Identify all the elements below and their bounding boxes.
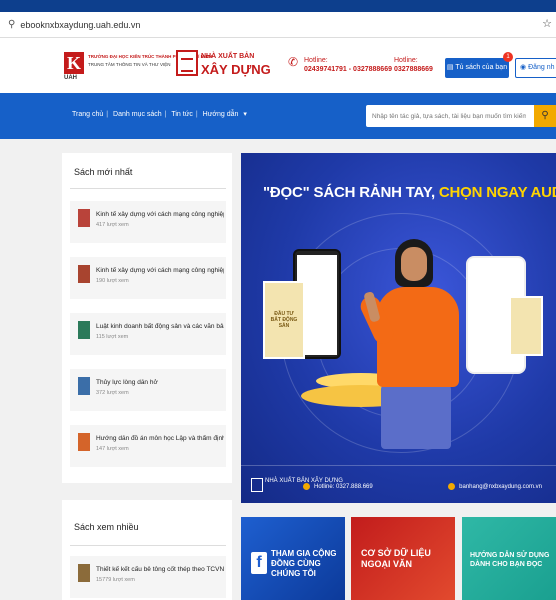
hotline-1-value: 02439741791 - 0327888669 [304, 66, 392, 73]
nav-home[interactable]: Trang chủ [72, 111, 103, 118]
book-item[interactable]: Kinh tế xây dựng với cách mạng công nghi… [70, 257, 226, 299]
book-views: 190 lượt xem [96, 278, 129, 284]
banner-footer-email: banhang@nxbxaydung.com.vn [448, 483, 542, 490]
publisher-logo[interactable]: NHÀ XUẤT BẢN XÂY DỰNG [176, 50, 271, 82]
nav-guide[interactable]: Hướng dẫn [203, 111, 239, 118]
woman-illustration [357, 239, 461, 449]
most-viewed-title: Sách xem nhiều [74, 522, 139, 532]
search-icon: ⚲ [541, 110, 549, 121]
book-item[interactable]: Luật kinh doanh bất động sản và các văn … [70, 313, 226, 355]
bookshelf-label: Tủ sách của bạn [455, 64, 508, 71]
bookmark-star-icon[interactable]: ☆ [542, 17, 552, 30]
publisher-name: XÂY DỰNG [201, 62, 271, 77]
uah-logo[interactable]: K TRƯỜNG ĐẠI HỌC KIẾN TRÚC THÀNH PHỐ HỒ … [64, 52, 212, 82]
divider [70, 188, 226, 189]
chevron-down-icon[interactable]: ▾ [243, 111, 247, 118]
book-views: 15779 lượt xem [96, 577, 135, 583]
book-item[interactable]: Thủy lực lòng dẫn hở 372 lượt xem [70, 369, 226, 411]
publisher-logo-icon [176, 50, 198, 76]
main-nav: Trang chủ | Danh mục sách | Tin tức | Hướng… [0, 93, 556, 139]
site-header: K TRƯỜNG ĐẠI HỌC KIẾN TRÚC THÀNH PHỐ HỒ … [0, 38, 556, 93]
uah-short: UAH [64, 75, 77, 81]
book-title[interactable]: Thiết kế kết cấu bê tông cốt thép theo T… [96, 566, 224, 573]
url-text[interactable]: ebooknxbxaydung.uah.edu.vn [20, 20, 140, 30]
site-settings-icon[interactable]: ⚲ [8, 19, 15, 30]
book-illustration-title: ĐẦU TƯ BẤT ĐỘNG SẢN [270, 311, 298, 329]
book-views: 417 lượt xem [96, 222, 129, 228]
book-title[interactable]: Luật kinh doanh bất động sản và các văn … [96, 323, 224, 330]
uah-logo-mark: K [64, 52, 84, 74]
tile-user-guide-text: HƯỚNG DẪN SỬ DỤNG DÀNH CHO BẠN ĐỌC [470, 552, 550, 568]
nav-separator: | [106, 111, 109, 118]
banner-headline-yellow: CHỌN NGAY AUDIO BOOK [438, 184, 556, 201]
address-bar[interactable]: ⚲ ebooknxbxaydung.uah.edu.vn ☆ [0, 12, 556, 38]
book-views: 147 lượt xem [96, 446, 129, 452]
newest-books-panel: Sách mới nhất Kinh tế xây dựng với cách … [62, 153, 232, 483]
book-cover[interactable] [78, 265, 90, 283]
book-item[interactable]: Kinh tế xây dựng với cách mạng công nghi… [70, 201, 226, 243]
book-title[interactable]: Kinh tế xây dựng với cách mạng công nghi… [96, 211, 224, 218]
login-label: Đăng nh [528, 64, 555, 71]
nav-separator: | [195, 111, 198, 118]
browser-tab-strip [0, 0, 556, 12]
book-cover[interactable] [78, 377, 90, 395]
facebook-icon: f [251, 552, 267, 574]
search-input[interactable] [366, 105, 526, 128]
book-title[interactable]: Hướng dẫn đồ án môn học Lập và thẩm định… [96, 435, 224, 442]
legs [381, 385, 451, 449]
banner-footer-hotline: Hotline: 0327.888.669 [303, 483, 373, 490]
hotline-1: ✆ Hotline: 02439741791 - 0327888669 [288, 56, 392, 74]
search-button[interactable]: ⚲ [534, 105, 556, 127]
book-illustration: ĐẦU TƯ BẤT ĐỘNG SẢN [263, 281, 305, 359]
cart-count-badge: 1 [503, 52, 513, 62]
face [401, 247, 427, 281]
nav-news[interactable]: Tin tức [171, 111, 193, 118]
book-cover[interactable] [78, 321, 90, 339]
hotline-2-label: Hotline: [394, 57, 418, 64]
tile-community[interactable]: f THAM GIA CỘNG ĐỒNG CÙNG CHÚNG TÔI [241, 517, 345, 600]
hand [363, 291, 381, 323]
nav-categories[interactable]: Danh mục sách [113, 111, 162, 118]
hotline-2-value: 0327888669 [394, 66, 433, 73]
book-illustration [509, 296, 543, 356]
book-cover[interactable] [78, 433, 90, 451]
hotline-2: Hotline: 0327888669 [394, 56, 433, 74]
bookshelf-button[interactable]: ▤ Tủ sách của bạn 1 [445, 52, 513, 78]
newest-books-title: Sách mới nhất [74, 167, 133, 177]
book-cover[interactable] [78, 209, 90, 227]
hotline-1-label: Hotline: [304, 57, 328, 64]
search-box: ⚲ [366, 105, 556, 128]
banner-headline: "ĐỌC" SÁCH RẢNH TAY, CHỌN NGAY AUDIO BOO… [263, 184, 556, 201]
tile-community-text: THAM GIA CỘNG ĐỒNG CÙNG CHÚNG TÔI [271, 549, 337, 578]
uah-line2: TRUNG TÂM THÔNG TIN VÀ THƯ VIỆN [88, 62, 171, 67]
most-viewed-panel: Sách xem nhiều Thiết kế kết cấu bê tông … [62, 500, 232, 600]
publisher-top: NHÀ XUẤT BẢN [201, 53, 255, 60]
book-item[interactable]: Thiết kế kết cấu bê tông cốt thép theo T… [70, 556, 226, 598]
book-cover[interactable] [78, 564, 90, 582]
user-icon: ◉ [520, 64, 529, 71]
login-button[interactable]: ◉ Đăng nh [515, 58, 556, 78]
tile-user-guide[interactable]: HƯỚNG DẪN SỬ DỤNG DÀNH CHO BẠN ĐỌC [462, 517, 556, 600]
phone-icon: ✆ [288, 55, 299, 69]
tile-foreign-database[interactable]: CƠ SỞ DỮ LIỆU NGOẠI VĂN [351, 517, 455, 600]
banner-footer: NHÀ XUẤT BẢN XÂY DỰNG Hotline: 0327.888.… [241, 465, 556, 503]
book-title[interactable]: Kinh tế xây dựng với cách mạng công nghi… [96, 267, 224, 274]
book-views: 372 lượt xem [96, 390, 129, 396]
divider [70, 545, 226, 546]
tile-foreign-database-text: CƠ SỞ DỮ LIỆU NGOẠI VĂN [361, 548, 431, 569]
book-views: 115 lượt xem [96, 334, 129, 340]
audiobook-banner[interactable]: "ĐỌC" SÁCH RẢNH TAY, CHỌN NGAY AUDIO BOO… [241, 153, 556, 503]
nav-separator: | [164, 111, 167, 118]
banner-headline-white: "ĐỌC" SÁCH RẢNH TAY, [263, 184, 439, 201]
book-title[interactable]: Thủy lực lòng dẫn hở [96, 379, 224, 386]
book-item[interactable]: Hướng dẫn đồ án môn học Lập và thẩm định… [70, 425, 226, 467]
